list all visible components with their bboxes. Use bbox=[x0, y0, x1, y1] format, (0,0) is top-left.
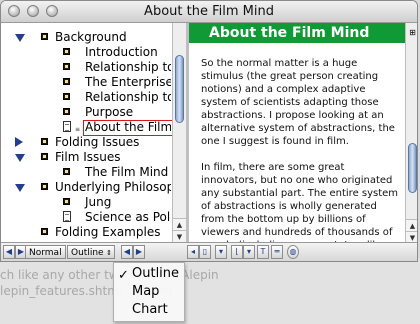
outline-row[interactable]: Underlying Philosophi bbox=[1, 179, 171, 195]
disclosure-expanded-icon[interactable] bbox=[15, 184, 25, 192]
title-bar[interactable]: About the Film Mind bbox=[1, 1, 417, 23]
outline-row[interactable]: Introduction bbox=[1, 44, 171, 60]
document-icon bbox=[63, 211, 71, 222]
scroll-right-icon[interactable]: ▶ bbox=[133, 245, 145, 259]
outline-item-label: Modeling Issues bbox=[55, 239, 151, 241]
outline-item-label: Relationship to bbox=[85, 60, 171, 74]
text-scroll-thumb[interactable] bbox=[408, 143, 417, 193]
outline-row[interactable]: Background bbox=[1, 29, 171, 45]
checkmark-icon: ✓ bbox=[118, 268, 129, 283]
outline-row[interactable]: Folding Issues bbox=[1, 134, 171, 150]
note-bullet-icon bbox=[63, 63, 70, 70]
outline-scroll-thumb[interactable] bbox=[175, 55, 184, 123]
outline-item-label: The Enterprise bbox=[85, 75, 171, 89]
note-bullet-icon bbox=[41, 138, 48, 145]
note-bullet-icon bbox=[63, 93, 70, 100]
bottom-toolbar: ◀ ▶ Normal Outline ⇕ ◀ ▶ ◂ ▯ ▾ ⌊ ▾ T ═ ◍ bbox=[1, 242, 417, 261]
view-menu: ✓ Outline Map Chart bbox=[113, 262, 185, 322]
popup-arrows-icon: ⇕ bbox=[106, 249, 112, 257]
outline-view-label: Outline bbox=[71, 248, 104, 258]
normal-view-button[interactable]: Normal bbox=[25, 245, 66, 259]
outline-row[interactable]: Relationship to bbox=[1, 89, 171, 105]
paragraph-2: In film, there are some great innovators… bbox=[201, 162, 399, 243]
background-text-line1: ch like any other two to three Alepin bbox=[0, 268, 219, 282]
note-bullet-icon bbox=[41, 33, 48, 40]
note-bullet-icon bbox=[41, 183, 48, 190]
note-bullet-icon bbox=[63, 78, 70, 85]
text-pane[interactable]: So the normal matter is a huge stimulus … bbox=[189, 43, 405, 243]
outline-item-label: Jung bbox=[85, 195, 112, 209]
paragraph-1: So the normal matter is a huge stimulus … bbox=[201, 58, 395, 147]
outline-item-label: Folding Issues bbox=[55, 135, 140, 149]
link-dropdown-icon[interactable]: ▾ bbox=[243, 245, 255, 259]
outline-row[interactable]: Modeling Issues bbox=[1, 239, 171, 241]
outline-item-label: Introduction bbox=[85, 45, 158, 59]
outline-row[interactable]: Folding Examples bbox=[1, 224, 171, 240]
outline-item-label: Folding Examples bbox=[55, 225, 161, 239]
note-bullet-icon bbox=[63, 168, 70, 175]
disclosure-collapsed-icon[interactable] bbox=[15, 137, 23, 147]
text-style-icon[interactable]: T bbox=[257, 245, 269, 259]
outline-row[interactable]: Relationship to bbox=[1, 59, 171, 75]
outline-row[interactable]: Purpose bbox=[1, 104, 171, 120]
outline-item-label: Relationship to bbox=[85, 90, 171, 104]
menu-item-outline[interactable]: Outline bbox=[132, 266, 179, 281]
outline-view-popup[interactable]: Outline ⇕ bbox=[67, 245, 115, 259]
scroll-left-icon[interactable]: ◀ bbox=[121, 245, 133, 259]
outline-row[interactable]: Science as Polit bbox=[1, 209, 171, 225]
note-bullet-icon bbox=[63, 108, 70, 115]
note-bullet-icon bbox=[41, 153, 48, 160]
globe-icon[interactable]: ◍ bbox=[287, 245, 299, 259]
menu-item-chart[interactable]: Chart bbox=[132, 302, 168, 317]
outline-scrollbar[interactable]: ▲ ▼ bbox=[172, 23, 186, 243]
navigate-back-icon[interactable]: ◂ bbox=[187, 245, 199, 259]
outline-item-label: Purpose bbox=[85, 105, 134, 119]
outline-row[interactable]: The Enterprise bbox=[1, 74, 171, 90]
disclosure-expanded-icon[interactable] bbox=[15, 34, 25, 42]
app-window: About the Film Mind Background Introducti… bbox=[0, 0, 418, 262]
disclosure-expanded-icon[interactable] bbox=[15, 154, 25, 162]
link-icon[interactable]: ⌊ bbox=[231, 245, 243, 259]
ruler-icon[interactable]: ═ bbox=[271, 245, 283, 259]
outline-item-label: Film Issues bbox=[55, 150, 121, 164]
outline-row[interactable]: Jung bbox=[1, 194, 171, 210]
document-heading: About the Film Mind bbox=[189, 23, 405, 43]
collapse-left-icon[interactable]: ◀ bbox=[3, 245, 15, 259]
outline-item-label: Background bbox=[55, 30, 127, 44]
outline-row[interactable]: The Film Mind bbox=[1, 164, 171, 180]
outline-row[interactable]: Film Issues bbox=[1, 149, 171, 165]
desktop-background: ch like any other two to three Alepin le… bbox=[0, 258, 420, 324]
window-title: About the Film Mind bbox=[144, 4, 274, 19]
note-icon[interactable]: ▯ bbox=[199, 245, 211, 259]
note-dropdown-icon[interactable]: ▾ bbox=[215, 245, 227, 259]
menu-item-map[interactable]: Map bbox=[132, 284, 159, 299]
outline-item-label: Science as Polit bbox=[85, 210, 171, 224]
selection-outline bbox=[83, 120, 173, 136]
document-icon bbox=[63, 121, 71, 132]
outline-item-label: The Film Mind bbox=[85, 165, 169, 179]
note-bullet-icon bbox=[41, 228, 48, 235]
note-bullet-icon bbox=[63, 198, 70, 205]
note-bullet-icon bbox=[63, 48, 70, 55]
text-scrollbar[interactable]: ▲ ▼ bbox=[405, 43, 417, 244]
text-pane-corner-icon[interactable]: ⊞ bbox=[405, 23, 417, 43]
outline-item-label: Underlying Philosophi bbox=[55, 180, 171, 194]
